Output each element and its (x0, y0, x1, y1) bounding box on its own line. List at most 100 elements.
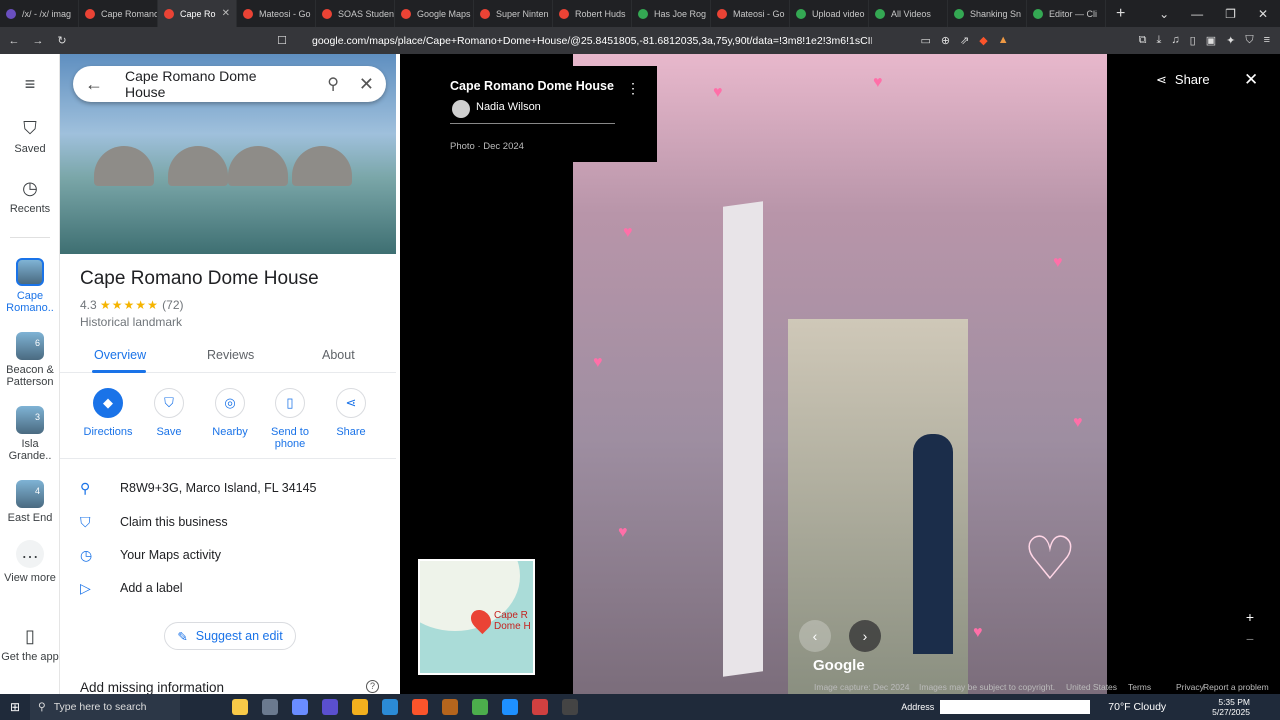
copyright-notice[interactable]: Images may be subject to copyright. (919, 682, 1055, 692)
app-icon[interactable] (502, 699, 518, 715)
browser-tab[interactable]: Upload video (790, 0, 869, 27)
copilot-icon[interactable] (232, 699, 248, 715)
previous-photo-button[interactable]: ‹ (799, 620, 831, 652)
brave-shield-icon[interactable]: ◆ (979, 34, 987, 47)
system-clock[interactable]: 5:35 PM 5/27/2025 (1212, 697, 1280, 717)
media-player-icon[interactable] (562, 699, 578, 715)
bookmark-icon[interactable]: ☐ (272, 34, 292, 47)
menu-button[interactable]: ≡ (0, 74, 60, 99)
label-row[interactable]: ▷ Add a label (80, 576, 183, 600)
windows-start-icon[interactable]: ⊞ (0, 700, 30, 714)
menu-icon[interactable]: ≡ (1264, 34, 1270, 47)
file-explorer-icon[interactable] (352, 699, 368, 715)
search-icon[interactable]: ⚲ (327, 74, 339, 94)
browser-tab[interactable]: Cape Romano (79, 0, 158, 27)
photo-place-title[interactable]: Cape Romano Dome House (450, 79, 614, 93)
browser-tab[interactable]: Mateosi - Go (237, 0, 316, 27)
suggest-edit-button[interactable]: ✎ Suggest an edit (164, 622, 296, 650)
brave-browser-icon[interactable] (412, 699, 428, 715)
browser-tab[interactable]: Cape Ro ✕ (158, 0, 237, 27)
share-page-icon[interactable]: ⇗ (960, 34, 969, 47)
help-icon[interactable]: ? (366, 680, 379, 693)
app-icon[interactable] (322, 699, 338, 715)
minimize-button[interactable]: — (1191, 7, 1203, 21)
place-category[interactable]: Historical landmark (80, 315, 182, 329)
weather-widget[interactable]: 70°F Cloudy (1108, 701, 1166, 713)
recent-item-cape-romano[interactable]: Cape Romano.. (0, 258, 60, 314)
report-problem-link[interactable]: Report a problem (1203, 682, 1269, 692)
view-more-button[interactable]: … View more (0, 540, 60, 584)
wallet-icon[interactable]: ▣ (1206, 34, 1216, 47)
browser-tab[interactable]: SOAS Studen (316, 0, 395, 27)
next-photo-button[interactable]: › (849, 620, 881, 652)
recent-item-east-end[interactable]: 4 East End (0, 480, 60, 524)
avatar[interactable] (452, 100, 470, 118)
browser-tab[interactable]: All Videos (869, 0, 948, 27)
app-icon[interactable] (472, 699, 488, 715)
sidebar-icon[interactable]: ▯ (1190, 34, 1196, 47)
new-tab-button[interactable]: + (1106, 5, 1135, 23)
tab-search-icon[interactable]: ⌄ (1159, 7, 1169, 21)
recent-item-isla-grande[interactable]: 3 Isla Grande.. (0, 406, 60, 462)
rewards-icon[interactable]: ▲ (998, 34, 1009, 47)
zoom-icon[interactable]: ⊕ (941, 34, 950, 47)
search-input[interactable]: Cape Romano Dome House (125, 68, 295, 100)
recent-thumbnail: 4 (16, 480, 44, 508)
send-to-phone-button[interactable]: ▯ Send to phone (255, 388, 325, 450)
heart-icon: ♥ (623, 224, 633, 241)
close-icon[interactable]: ✕ (359, 74, 374, 95)
tab-reviews[interactable]: Reviews (207, 348, 254, 362)
privacy-link[interactable]: Privacy (1176, 682, 1204, 692)
close-viewer-icon[interactable]: ✕ (1244, 70, 1258, 90)
close-window-button[interactable]: ✕ (1258, 7, 1268, 21)
claim-row[interactable]: ⛉ Claim this business (80, 510, 228, 534)
tab-overview[interactable]: Overview (94, 348, 146, 362)
browser-tab[interactable]: Super Ninten (474, 0, 553, 27)
tab-about[interactable]: About (322, 348, 355, 362)
back-arrow-icon[interactable]: ← (85, 74, 113, 95)
browser-tab[interactable]: Has Joe Rog (632, 0, 711, 27)
more-options-icon[interactable]: ⋮ (626, 80, 640, 97)
get-app-button[interactable]: ▯ Get the app (0, 626, 60, 663)
leo-icon[interactable]: ✦ (1226, 34, 1235, 47)
url-field[interactable]: google.com/maps/place/Cape+Romano+Dome+H… (312, 35, 872, 47)
browser-tab[interactable]: Mateosi - Go (711, 0, 790, 27)
download-icon[interactable]: ⤓ (1157, 34, 1162, 47)
vpn-icon[interactable]: ⛉ (1245, 34, 1253, 47)
back-button[interactable]: ← (4, 35, 24, 47)
app-icon[interactable] (532, 699, 548, 715)
forward-button[interactable]: → (28, 35, 48, 47)
activity-row[interactable]: ◷ Your Maps activity (80, 543, 221, 567)
browser-tab[interactable]: /x/ - /x/ imag (0, 0, 79, 27)
directions-button[interactable]: ◆ Directions (73, 388, 143, 438)
reviews-count[interactable]: (72) (162, 298, 183, 312)
extensions-icon[interactable]: ⧉ (1139, 34, 1147, 47)
taskbar-search[interactable]: ⚲ Type here to search (30, 694, 180, 720)
restore-button[interactable]: ❐ (1225, 7, 1236, 21)
reload-button[interactable]: ↻ (52, 34, 72, 47)
save-button[interactable]: ⛉ Save (134, 388, 204, 438)
app-icon[interactable] (442, 699, 458, 715)
address-row[interactable]: ⚲ R8W9+3G, Marco Island, FL 34145 (80, 476, 317, 500)
address-input[interactable] (940, 700, 1091, 714)
browser-tab[interactable]: Shanking Sn (948, 0, 1027, 27)
cast-icon[interactable]: ▭ (920, 34, 930, 47)
app-icon[interactable] (292, 699, 308, 715)
recent-item-beacon[interactable]: 6 Beacon & Patterson (0, 332, 60, 388)
share-button[interactable]: ⋖ Share (316, 388, 386, 438)
close-tab-icon[interactable]: ✕ (222, 8, 230, 19)
recents-button[interactable]: ◷ Recents (0, 178, 60, 215)
task-view-icon[interactable] (262, 699, 278, 715)
app-icon[interactable] (382, 699, 398, 715)
terms-link[interactable]: Terms (1128, 682, 1151, 692)
zoom-out-icon[interactable]: − (1243, 628, 1257, 650)
photo-author[interactable]: Nadia Wilson (476, 101, 541, 113)
zoom-in-icon[interactable]: + (1243, 606, 1257, 628)
browser-tab[interactable]: Google Maps (395, 0, 474, 27)
saved-button[interactable]: ⛉ Saved (0, 118, 60, 155)
browser-tab[interactable]: Robert Huds (553, 0, 632, 27)
media-icon[interactable]: ♫ (1171, 34, 1179, 47)
browser-tab[interactable]: Editor — Cli (1027, 0, 1106, 27)
viewer-share-button[interactable]: ⋖ Share (1156, 72, 1210, 88)
mini-map[interactable]: Cape R Dome H (418, 559, 535, 675)
